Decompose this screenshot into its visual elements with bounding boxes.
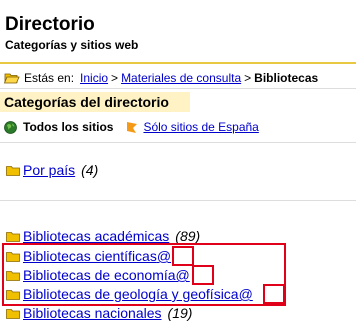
page-title: Directorio [5,14,95,35]
breadcrumb-link-inicio[interactable]: Inicio [80,70,108,86]
highlight-box-at [263,284,285,304]
item-count: (19) [167,305,193,321]
folder-open-icon [4,73,20,84]
breadcrumb-link-materiales[interactable]: Materiales de consulta [121,70,241,86]
category-link[interactable]: Bibliotecas nacionales [23,304,162,322]
folder-icon [6,165,20,176]
highlight-box-at [192,265,214,285]
globe-icon [4,120,17,134]
list-item-por-pais: Por país (4) [6,160,98,180]
highlight-box-at [172,246,194,266]
item-count: (4) [81,162,99,178]
highlight-box-group [2,243,286,306]
breadcrumb-separator: > [244,71,252,85]
folder-icon [6,308,20,319]
spain-flag-icon [127,122,138,133]
folder-icon [6,231,20,242]
breadcrumb-current: Bibliotecas [254,71,319,85]
breadcrumb-prefix: Estás en: [24,71,75,85]
divider [0,62,356,64]
filter-spain-only[interactable]: Sólo sitios de España [143,119,258,135]
filter-row: Todos los sitios Sólo sitios de España [4,119,259,135]
divider [0,200,356,201]
divider [0,142,356,143]
list-item: Bibliotecas nacionales (19) [6,303,192,323]
category-header: Categorías del directorio [4,94,169,110]
filter-all-sites[interactable]: Todos los sitios [23,119,113,135]
divider [0,88,356,89]
breadcrumb-separator: > [111,71,119,85]
page-subtitle: Categorías y sitios web [5,38,139,52]
breadcrumb: Estás en: Inicio > Materiales de consult… [4,70,318,86]
link-por-pais[interactable]: Por país [23,161,75,179]
